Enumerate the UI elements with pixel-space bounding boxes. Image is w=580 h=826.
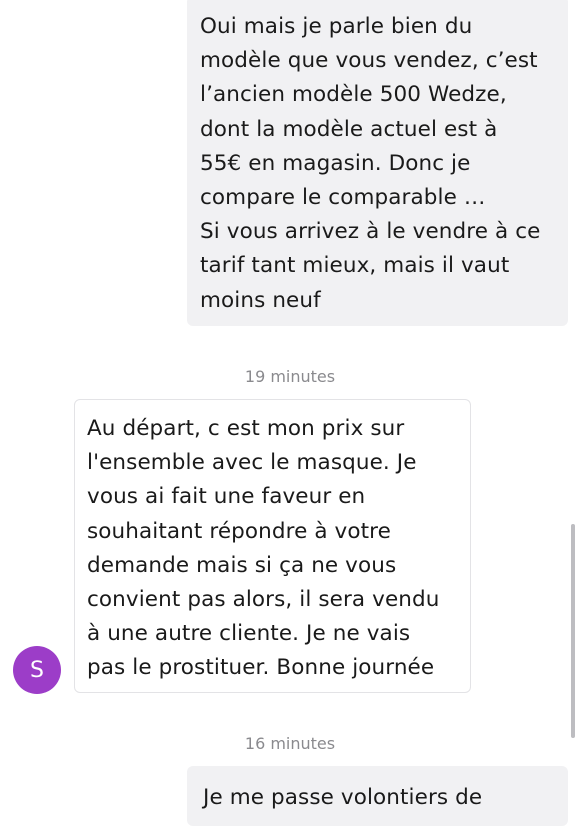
message-timestamp: 19 minutes [244,367,336,386]
scrollbar[interactable] [571,524,575,738]
message-timestamp: 16 minutes [244,734,336,753]
message-bubble-outgoing[interactable]: Oui mais je parle bien du modèle que vou… [187,0,568,326]
avatar[interactable]: S [13,646,61,694]
message-text: Au départ, c est mon prix sur l'ensemble… [87,416,440,681]
message-text: Je me passe volontiers de [203,785,483,810]
message-bubble-outgoing[interactable]: Je me passe volontiers de [187,766,568,826]
message-text: Oui mais je parle bien du modèle que vou… [200,14,541,313]
message-bubble-incoming[interactable]: Au départ, c est mon prix sur l'ensemble… [74,399,471,693]
